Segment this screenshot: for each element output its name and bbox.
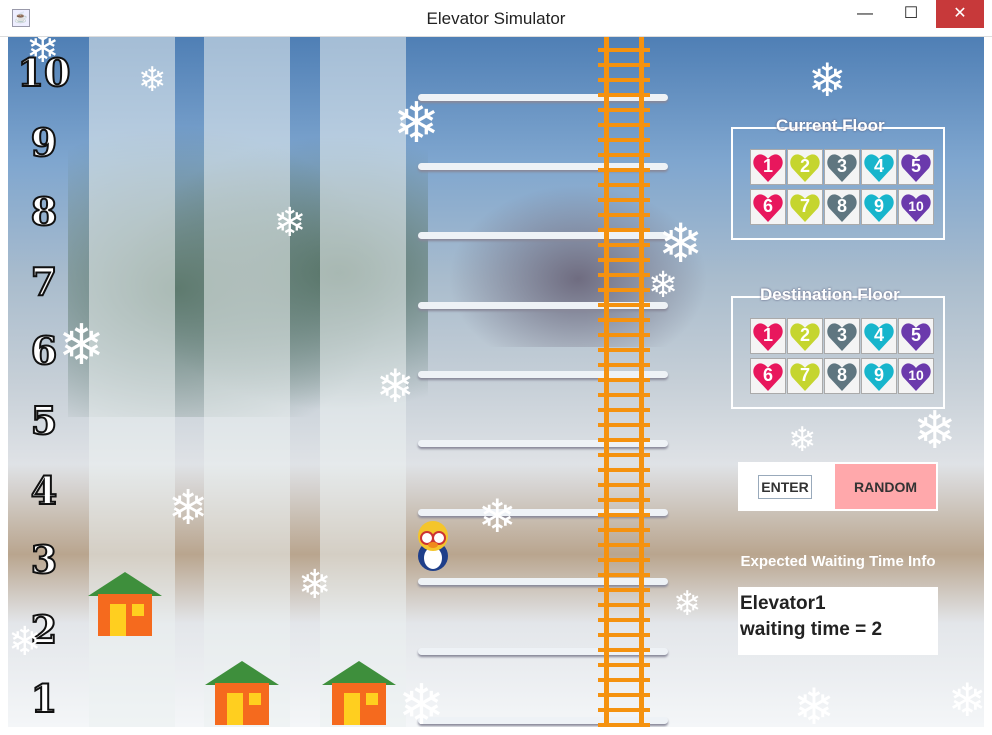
destination-floor-button-1[interactable]: 1 (750, 318, 786, 354)
floor-number: 3 (836, 325, 847, 345)
floor-number: 10 (908, 198, 924, 214)
elevator-3-car (322, 661, 396, 725)
penguin-passenger (418, 521, 448, 571)
destination-floor-button-3[interactable]: 3 (824, 318, 860, 354)
current-floor-button-1[interactable]: 1 (750, 149, 786, 185)
snowflake-icon: ❄ (788, 421, 817, 459)
floor-label: 1 (30, 676, 58, 722)
current-floor-button-4[interactable]: 4 (861, 149, 897, 185)
close-button[interactable]: ✕ (936, 0, 984, 28)
floor-label: 4 (30, 467, 58, 513)
waiting-info-label: Expected Waiting Time Info (740, 553, 936, 570)
floor-label: 5 (30, 398, 58, 443)
elevator-1-car (88, 572, 162, 636)
destination-floor-button-6[interactable]: 6 (750, 358, 786, 394)
current-floor-button-6[interactable]: 6 (750, 189, 786, 225)
floor-number: 4 (873, 156, 884, 176)
snowflake-icon: ❄ (8, 620, 42, 664)
floor-number: 7 (799, 365, 810, 385)
current-floor-button-5[interactable]: 5 (898, 149, 934, 185)
floor-label: 3 (30, 537, 58, 583)
current-floor-label: Current Floor (776, 116, 885, 135)
floor-number: 8 (836, 196, 847, 216)
floor-number: 2 (799, 325, 810, 345)
current-floor-button-3[interactable]: 3 (824, 149, 860, 185)
snowflake-icon: ❄ (913, 402, 957, 460)
floor-number: 7 (799, 196, 810, 216)
snowflake-icon: ❄ (793, 679, 835, 727)
current-floor-button-10[interactable]: 10 (898, 189, 934, 225)
snowflake-icon: ❄ (26, 37, 60, 71)
destination-floor-button-7[interactable]: 7 (787, 358, 823, 394)
floor-label: 7 (30, 258, 58, 304)
destination-floor-button-5[interactable]: 5 (898, 318, 934, 354)
snowflake-icon: ❄ (948, 674, 984, 726)
snowflake-icon: ❄ (673, 585, 702, 623)
maximize-button[interactable]: ☐ (888, 0, 934, 28)
floor-number: 9 (873, 365, 884, 385)
current-floor-panel: Current Floor 1 2 3 4 5 6 7 8 9 10 (731, 116, 945, 240)
floor-number: 6 (762, 365, 773, 385)
current-floor-button-9[interactable]: 9 (861, 189, 897, 225)
snowflake-icon: ❄ (273, 201, 307, 245)
snowflake-icon: ❄ (398, 673, 445, 728)
floor-number: 4 (873, 325, 884, 345)
floor-number: 1 (762, 156, 773, 176)
elevator-shaft-2 (204, 37, 290, 727)
snowflake-icon: ❄ (138, 61, 167, 99)
title-bar: ☕ Elevator Simulator — ☐ ✕ (0, 0, 992, 37)
current-floor-button-2[interactable]: 2 (787, 149, 823, 185)
snowflake-icon: ❄ (658, 214, 704, 274)
waiting-time: waiting time = 2 (740, 619, 883, 640)
destination-floor-button-2[interactable]: 2 (787, 318, 823, 354)
floor-label: 9 (30, 119, 58, 165)
control-panel: ENTER RANDOM (738, 462, 938, 511)
floor-number: 10 (908, 367, 924, 383)
snowflake-icon: ❄ (648, 264, 679, 305)
random-button[interactable]: RANDOM (835, 464, 936, 509)
destination-floor-label: Destination Floor (760, 285, 900, 304)
snowflake-icon: ❄ (376, 360, 415, 412)
floor-number: 5 (910, 156, 921, 176)
current-floor-button-7[interactable]: 7 (787, 189, 823, 225)
snowflake-icon: ❄ (168, 482, 209, 535)
floor-number: 9 (873, 196, 884, 216)
snowflake-icon: ❄ (808, 54, 847, 106)
floor-number: 5 (910, 325, 921, 345)
destination-floor-panel: Destination Floor 1 2 3 4 5 6 7 8 9 10 (731, 285, 945, 409)
floor-number: 6 (762, 196, 773, 216)
destination-floor-button-10[interactable]: 10 (898, 358, 934, 394)
waiting-info-box: Elevator1 waiting time = 2 (738, 587, 938, 655)
snowflake-icon: ❄ (478, 490, 517, 542)
destination-floor-button-8[interactable]: 8 (824, 358, 860, 394)
destination-floor-button-4[interactable]: 4 (861, 318, 897, 354)
ladder (598, 37, 650, 727)
elevator-2-car (205, 661, 279, 725)
elevator-name: Elevator1 (740, 593, 826, 614)
enter-button[interactable]: ENTER (758, 475, 812, 499)
floor-number: 2 (799, 156, 810, 176)
current-floor-button-8[interactable]: 8 (824, 189, 860, 225)
minimize-button[interactable]: — (842, 0, 888, 28)
floor-number: 8 (836, 365, 847, 385)
floor-number: 1 (762, 325, 773, 345)
snowflake-icon: ❄ (393, 91, 440, 154)
destination-floor-button-9[interactable]: 9 (861, 358, 897, 394)
simulator-canvas: 10 9 8 7 6 5 4 3 2 1 ❄ ❄ ❄ ❄ ❄ ❄ ❄ ❄ ❄ ❄ ❄ ❄ ❄ ❄ … (8, 37, 984, 727)
floor-label: 8 (30, 189, 58, 235)
snowflake-icon: ❄ (58, 313, 105, 376)
snowflake-icon: ❄ (298, 563, 332, 607)
floor-number: 3 (836, 156, 847, 176)
